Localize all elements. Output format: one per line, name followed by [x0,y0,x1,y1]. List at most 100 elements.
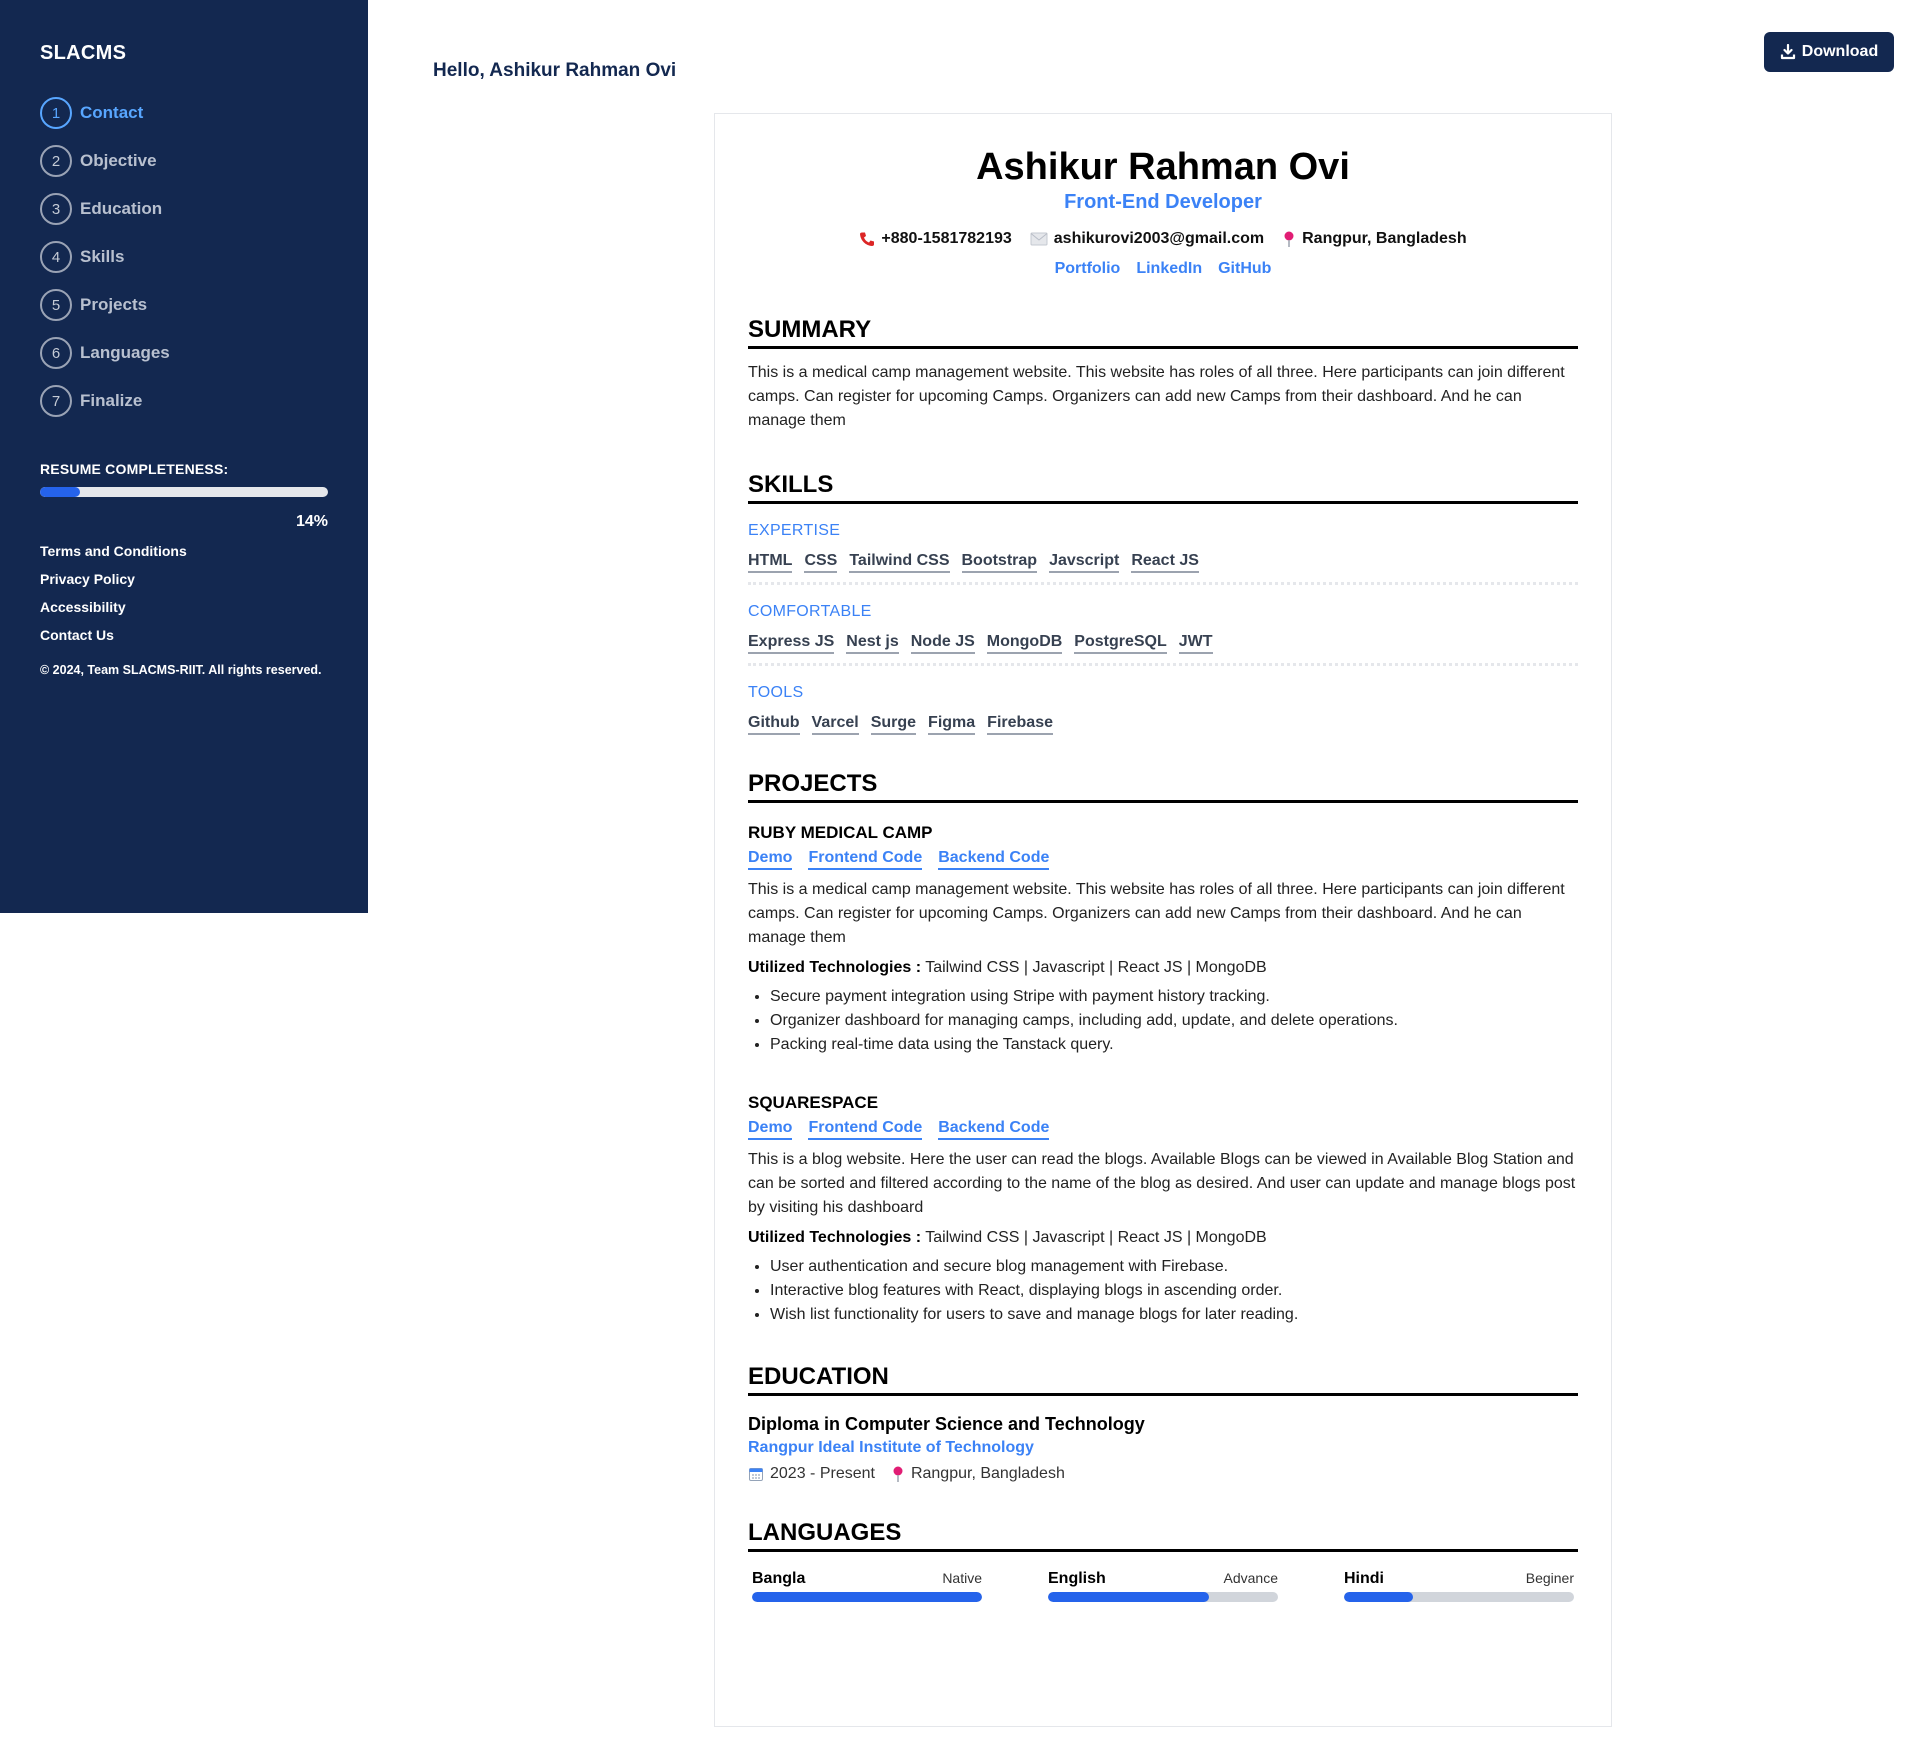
mail-icon [1030,232,1048,246]
highlight-item: User authentication and secure blog mana… [770,1255,1578,1279]
project-description: This is a medical camp management websit… [748,881,1565,946]
contact-us-link[interactable]: Contact Us [40,621,328,649]
step-education[interactable]: 3 Education [40,185,328,233]
completeness-progress-fill [40,487,81,497]
portfolio-link[interactable]: Portfolio [1055,260,1121,278]
step-label: Objective [80,151,157,170]
summary-text: This is a medical camp management websit… [748,364,1565,429]
accessibility-link[interactable]: Accessibility [40,593,328,621]
backend-code-link[interactable]: Backend Code [938,849,1050,870]
comfortable-tags: Express JS Nest js Node JS MongoDB Postg… [748,633,1578,666]
comfortable-label: COMFORTABLE [748,603,872,620]
step-languages[interactable]: 6 Languages [40,329,328,377]
project-title: SQUARESPACE [748,1093,879,1112]
demo-link[interactable]: Demo [748,849,793,870]
calendar-icon [749,1468,763,1481]
linkedin-link[interactable]: LinkedIn [1136,260,1202,278]
step-list: 1 Contact 2 Objective 3 Education 4 Skil… [40,89,328,425]
project-title: RUBY MEDICAL CAMP [748,823,933,842]
skill-tag: Node JS [910,633,975,654]
download-label: Download [1801,43,1879,60]
skill-tag: JWT [1178,633,1213,654]
language-name: English [1048,1570,1106,1587]
education-degree: Diploma in Computer Science and Technolo… [748,1414,1145,1434]
project-technologies: Utilized Technologies : Tailwind CSS | J… [748,1229,1578,1247]
privacy-link[interactable]: Privacy Policy [40,565,328,593]
skill-tag: MongoDB [986,633,1063,654]
education-meta: 2023 - Present Rangpur, Bangladesh [748,1465,1578,1483]
step-label: Finalize [80,391,143,410]
footer-links: Terms and Conditions Privacy Policy Acce… [40,537,328,649]
step-number: 4 [40,241,72,273]
step-label: Education [80,199,163,218]
pin-icon [1284,231,1294,247]
skill-tag: Surge [870,714,917,735]
language-level: Beginer [1525,1570,1574,1586]
resume-name: Ashikur Rahman Ovi [976,146,1350,188]
language-progress-bar [752,1592,982,1602]
phone-item: +880-1581782193 [859,230,1012,248]
project-links: Demo Frontend Code Backend Code [748,1119,1578,1140]
demo-link[interactable]: Demo [748,1119,793,1140]
profile-links: Portfolio LinkedIn GitHub [748,260,1578,278]
tech-list: Tailwind CSS | Javascript | React JS | M… [925,1229,1267,1246]
language-progress-fill [752,1592,982,1602]
language-progress-fill [1048,1592,1209,1602]
completeness-percent: 14% [295,513,328,530]
language-level: Advance [1223,1570,1278,1586]
step-label: Languages [80,343,170,362]
language-name: Bangla [752,1570,806,1587]
step-finalize[interactable]: 7 Finalize [40,377,328,425]
step-number: 1 [40,97,72,129]
expertise-tags: HTML CSS Tailwind CSS Bootstrap Javscrip… [748,552,1578,585]
download-icon [1780,44,1795,60]
project-highlights: Secure payment integration using Stripe … [748,985,1578,1057]
education-title: EDUCATION [748,1363,1578,1396]
greeting: Hello, Ashikur Rahman Ovi [433,60,677,81]
location-item: Rangpur, Bangladesh [1282,230,1467,248]
step-objective[interactable]: 2 Objective [40,137,328,185]
step-projects[interactable]: 5 Projects [40,281,328,329]
expertise-label: EXPERTISE [748,522,841,539]
skill-tag: HTML [748,552,793,573]
resume-preview: Ashikur Rahman Ovi Front-End Developer +… [714,113,1612,1727]
project-description: This is a blog website. Here the user ca… [748,1151,1576,1216]
skill-tag: Github [748,714,800,735]
frontend-code-link[interactable]: Frontend Code [808,849,923,870]
step-skills[interactable]: 4 Skills [40,233,328,281]
download-button[interactable]: Download [1764,32,1894,72]
highlight-item: Wish list functionality for users to sav… [770,1303,1578,1327]
project-item: RUBY MEDICAL CAMP Demo Frontend Code Bac… [748,823,1578,1057]
frontend-code-link[interactable]: Frontend Code [808,1119,923,1140]
tools-label: TOOLS [748,684,804,701]
highlight-item: Interactive blog features with React, di… [770,1279,1578,1303]
location-text: Rangpur, Bangladesh [1302,230,1467,247]
education-location: Rangpur, Bangladesh [910,1465,1065,1482]
backend-code-link[interactable]: Backend Code [938,1119,1050,1140]
resume-completeness: RESUME COMPLETENESS: 14% [40,461,328,531]
highlight-item: Organizer dashboard for managing camps, … [770,1009,1578,1033]
skill-tag: Firebase [987,714,1053,735]
skill-tag: Javscript [1049,552,1120,573]
project-links: Demo Frontend Code Backend Code [748,849,1578,870]
highlight-item: Secure payment integration using Stripe … [770,985,1578,1009]
project-item: SQUARESPACE Demo Frontend Code Backend C… [748,1093,1578,1327]
github-link[interactable]: GitHub [1218,260,1271,278]
language-progress-bar [1048,1592,1278,1602]
brand-logo[interactable]: SLACMS [40,42,328,65]
completeness-label: RESUME COMPLETENESS: [40,461,229,477]
contact-row: +880-1581782193 ashikurovi2003@gmail.com… [748,230,1578,248]
languages-section: LANGUAGES Bangla Native English Advance [748,1519,1578,1602]
education-item: Diploma in Computer Science and Technolo… [748,1414,1578,1483]
step-label: Contact [80,103,144,122]
skill-tag: Tailwind CSS [849,552,950,573]
pin-icon [893,1466,903,1482]
skill-tag: Figma [928,714,976,735]
education-period: 2023 - Present [770,1465,875,1482]
email-item: ashikurovi2003@gmail.com [1030,230,1264,248]
step-number: 6 [40,337,72,369]
step-contact[interactable]: 1 Contact [40,89,328,137]
terms-link[interactable]: Terms and Conditions [40,537,328,565]
step-number: 5 [40,289,72,321]
language-level: Native [942,1570,982,1586]
